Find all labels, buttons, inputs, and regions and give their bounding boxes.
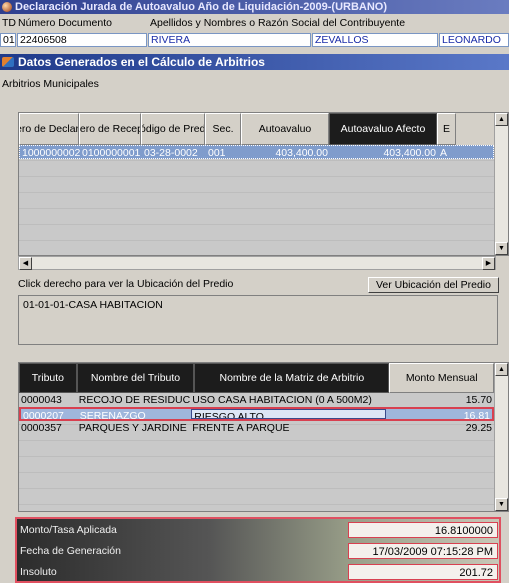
- declarations-vscroll[interactable]: ▲ ▼: [494, 113, 508, 255]
- declarations-grid-header: Número de Declaración Número de Recepció…: [19, 113, 494, 145]
- cell-e: A: [440, 147, 448, 158]
- scroll-down-icon[interactable]: ▼: [495, 242, 508, 255]
- cell-nombre-tributo: PARQUES Y JARDINE: [78, 422, 187, 434]
- fecha-generacion-field[interactable]: 17/03/2009 07:15:28 PM: [348, 543, 498, 559]
- cell-nombre-tributo: SERENAZGO: [79, 410, 146, 419]
- declarations-grid: Número de Declaración Número de Recepció…: [18, 112, 509, 256]
- fecha-generacion-label: Fecha de Generación: [20, 545, 121, 557]
- taxpayer-name-label: Apellidos y Nombres o Razón Social del C…: [150, 17, 406, 29]
- cell-autoavaluo: 403,400.00: [275, 147, 328, 158]
- col-num-recepcion[interactable]: Número de Recepción: [79, 113, 141, 145]
- td-label: TD: [2, 17, 16, 29]
- col-nombre-matriz[interactable]: Nombre de la Matriz de Arbitrio: [194, 363, 390, 393]
- scroll-up-icon[interactable]: ▲: [495, 113, 508, 126]
- declarations-hscroll[interactable]: ◀ ▶: [18, 256, 496, 270]
- cell-nombre-matriz[interactable]: RIESGO ALTO: [191, 409, 387, 419]
- location-hint: Click derecho para ver la Ubicación del …: [18, 278, 234, 290]
- section-icon: [2, 57, 14, 67]
- table-row[interactable]: 0000043 RECOJO DE RESIDUC USO CASA HABIT…: [19, 393, 494, 407]
- table-row[interactable]: 0000357 PARQUES Y JARDINE FRENTE A PARQU…: [19, 421, 494, 435]
- cell-tributo: 0000043: [21, 394, 62, 406]
- cell-num-recepcion: 0100000001: [82, 147, 141, 158]
- group-label: Arbitrios Municipales: [2, 78, 99, 90]
- tributes-grid: Tributo Nombre del Tributo Nombre de la …: [18, 362, 509, 512]
- tasa-label: Monto/Tasa Aplicada: [20, 524, 117, 536]
- cell-codigo-predio: 03-28-0002: [144, 147, 198, 158]
- scroll-right-icon[interactable]: ▶: [482, 257, 495, 270]
- surname2-field[interactable]: ZEVALLOS: [312, 33, 438, 47]
- col-nombre-tributo[interactable]: Nombre del Tributo: [76, 363, 195, 393]
- col-tributo[interactable]: Tributo: [19, 363, 77, 393]
- ver-ubicacion-button[interactable]: Ver Ubicación del Predio: [368, 277, 499, 293]
- col-autoavaluo[interactable]: Autoavaluo: [241, 113, 329, 145]
- property-usage-memo[interactable]: 01-01-01-CASA HABITACION: [18, 295, 498, 345]
- section-title: Datos Generados en el Cálculo de Arbitri…: [18, 55, 265, 69]
- col-sec[interactable]: Sec.: [205, 113, 241, 145]
- scroll-left-icon[interactable]: ◀: [19, 257, 32, 270]
- surname1-field[interactable]: RIVERA: [148, 33, 311, 47]
- property-usage-text: 01-01-01-CASA HABITACION: [23, 299, 163, 311]
- col-autoavaluo-afecto[interactable]: Autoavaluo Afecto: [329, 113, 437, 145]
- cell-tributo: 0000207: [23, 410, 64, 419]
- col-e[interactable]: E: [437, 113, 456, 145]
- insoluto-field[interactable]: 201.72: [348, 564, 498, 580]
- col-num-declaracion[interactable]: Número de Declaración: [19, 113, 79, 145]
- given-name-field[interactable]: LEONARDO: [439, 33, 509, 47]
- insoluto-label: Insoluto: [20, 566, 57, 578]
- declarations-grid-body: 1000000002 0100000001 03-28-0002 001 403…: [19, 145, 494, 255]
- td-field[interactable]: 01: [0, 33, 16, 47]
- cell-monto-mensual: 15.70: [465, 394, 492, 406]
- tributes-grid-header: Tributo Nombre del Tributo Nombre de la …: [19, 363, 494, 393]
- tasa-field[interactable]: 16.8100000: [348, 522, 498, 538]
- cell-tributo: 0000357: [21, 422, 62, 434]
- col-monto-mensual[interactable]: Monto Mensual: [389, 363, 494, 393]
- cell-num-declaracion: 1000000002: [22, 147, 80, 158]
- scroll-down-icon[interactable]: ▼: [495, 498, 508, 511]
- app-icon: [2, 2, 12, 12]
- cell-monto-mensual: 29.25: [465, 422, 492, 434]
- window-title: Declaración Jurada de Autoavaluo Año de …: [15, 1, 388, 13]
- cell-nombre-tributo: RECOJO DE RESIDUC: [78, 394, 191, 406]
- window-title-bar: Declaración Jurada de Autoavaluo Año de …: [0, 0, 509, 14]
- section-header: Datos Generados en el Cálculo de Arbitri…: [0, 54, 509, 70]
- cell-nombre-matriz: USO CASA HABITACION (0 A 500M2): [192, 394, 372, 406]
- scroll-up-icon[interactable]: ▲: [495, 363, 508, 376]
- cell-sec: 001: [208, 147, 226, 158]
- col-codigo-predio[interactable]: Código de Predio: [141, 113, 205, 145]
- table-row[interactable]: 0000207 SERENAZGO RIESGO ALTO 16.81: [19, 407, 494, 421]
- table-row[interactable]: 1000000002 0100000001 03-28-0002 001 403…: [19, 145, 494, 159]
- cell-autoavaluo-afecto: 403,400.00: [383, 147, 436, 158]
- totals-panel: Monto/Tasa Aplicada 16.8100000 Fecha de …: [16, 517, 500, 583]
- cell-nombre-matriz: FRENTE A PARQUE: [192, 422, 290, 434]
- doc-number-field[interactable]: 22406508: [17, 33, 147, 47]
- cell-monto-mensual: 16.81: [463, 410, 490, 419]
- doc-number-label: Número Documento: [18, 17, 112, 29]
- tributes-grid-body: 0000043 RECOJO DE RESIDUC USO CASA HABIT…: [19, 393, 494, 511]
- tributes-vscroll[interactable]: ▲ ▼: [494, 363, 508, 511]
